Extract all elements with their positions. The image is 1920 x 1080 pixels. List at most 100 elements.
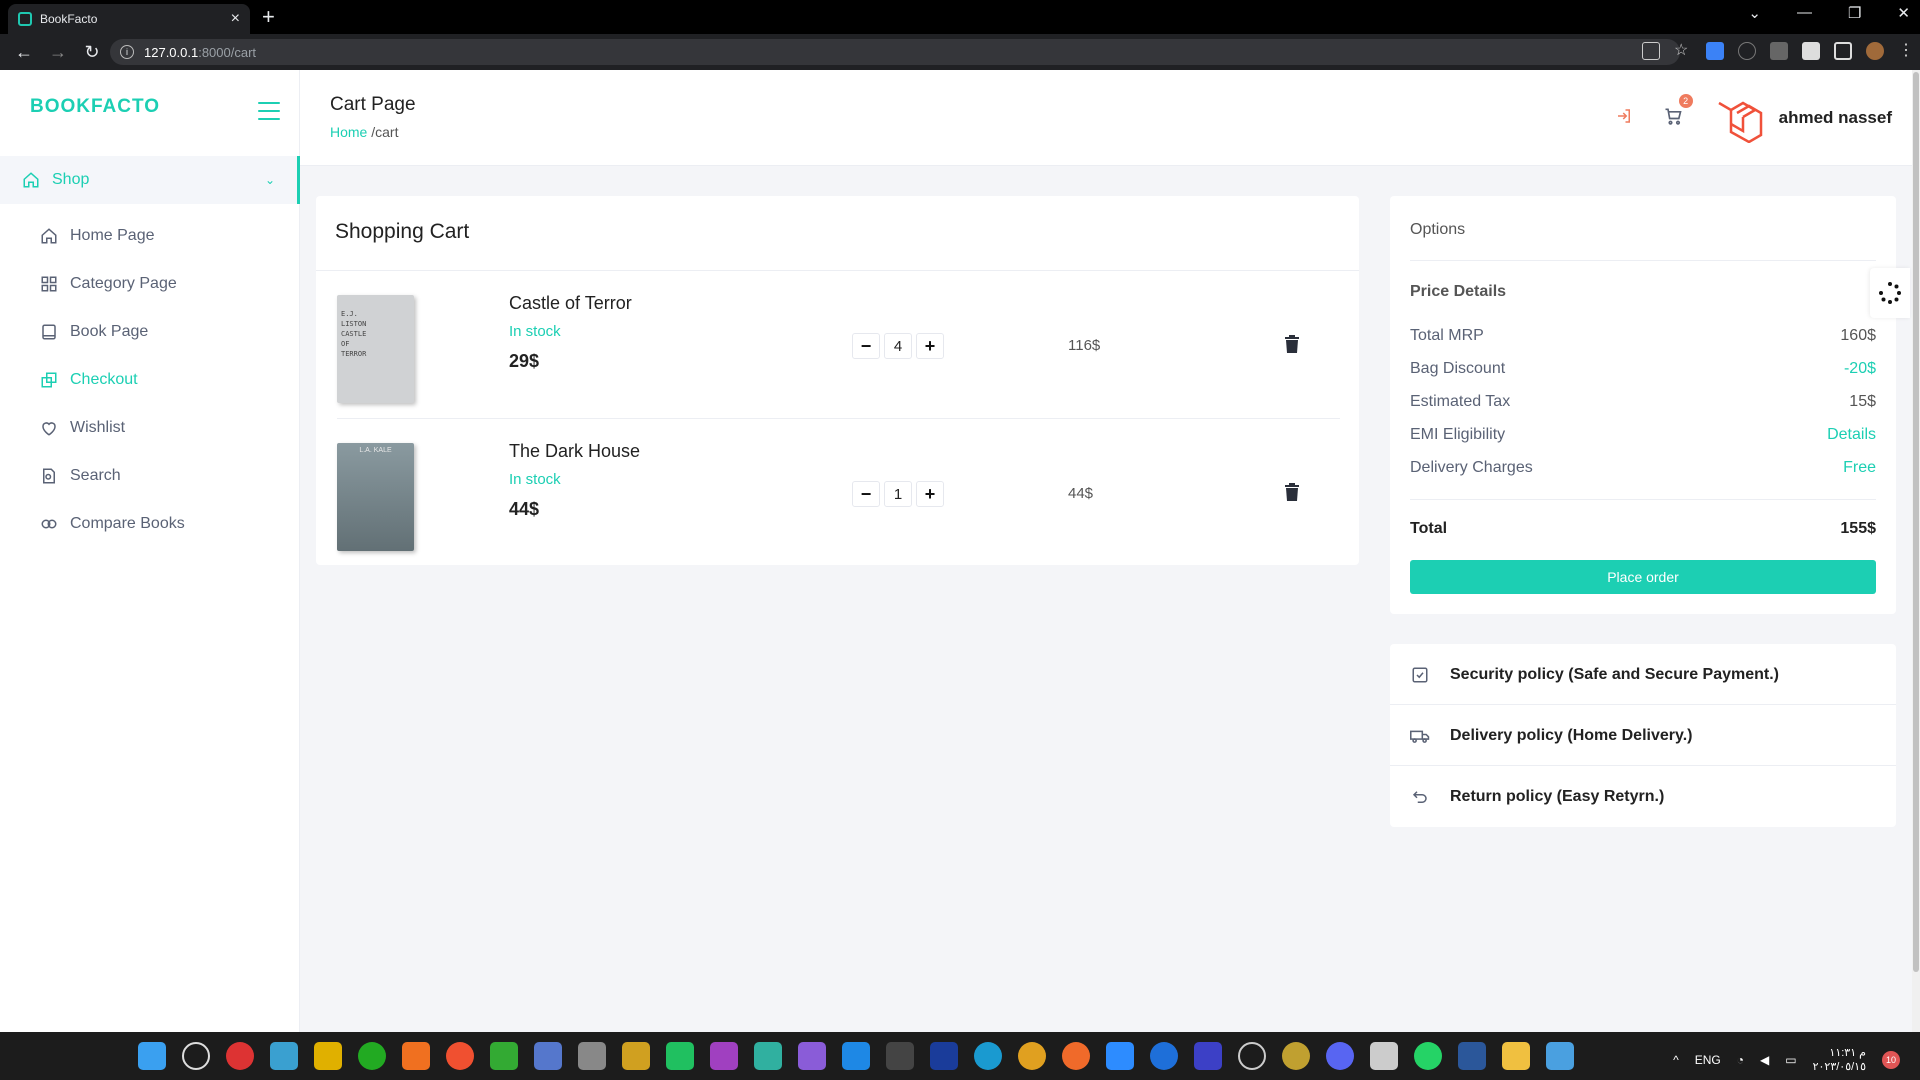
windows-start-icon[interactable] xyxy=(138,1042,166,1070)
sidebar-item-checkout[interactable]: Checkout xyxy=(40,356,185,404)
sidebar-item-home-page[interactable]: Home Page xyxy=(40,212,185,260)
tab-search-icon[interactable]: ⌄ xyxy=(1748,4,1761,22)
book-title[interactable]: The Dark House xyxy=(509,441,640,462)
user-name[interactable]: ahmed nassef xyxy=(1779,108,1892,128)
app-icon[interactable] xyxy=(930,1042,958,1070)
logout-icon[interactable] xyxy=(1615,107,1633,130)
app-icon[interactable] xyxy=(578,1042,606,1070)
app-icon[interactable] xyxy=(1546,1042,1574,1070)
browser-tab[interactable]: BookFacto × xyxy=(8,4,250,34)
battery-icon[interactable]: ▭ xyxy=(1785,1053,1796,1067)
app-icon[interactable] xyxy=(842,1042,870,1070)
sidebar-item-label: Book Page xyxy=(70,323,149,340)
app-icon[interactable] xyxy=(798,1042,826,1070)
sidebar-item-label: Wishlist xyxy=(70,419,126,436)
back-button[interactable]: ← xyxy=(14,42,34,63)
app-icon[interactable] xyxy=(1458,1042,1486,1070)
new-tab-button[interactable]: + xyxy=(262,4,275,30)
app-icon[interactable] xyxy=(622,1042,650,1070)
share-icon[interactable] xyxy=(1642,42,1660,60)
menu-icon[interactable]: ⋮ xyxy=(1898,42,1914,60)
side-panel-icon[interactable] xyxy=(1834,42,1852,60)
breadcrumb-home-link[interactable]: Home xyxy=(330,124,367,140)
app-icon[interactable] xyxy=(1062,1042,1090,1070)
app-icon[interactable] xyxy=(490,1042,518,1070)
minimize-button[interactable]: — xyxy=(1797,4,1812,22)
scrollbar-thumb[interactable] xyxy=(1913,72,1919,972)
settings-spinner-icon[interactable] xyxy=(1870,268,1910,318)
app-icon[interactable] xyxy=(358,1042,386,1070)
app-icon[interactable] xyxy=(974,1042,1002,1070)
app-icon[interactable] xyxy=(1150,1042,1178,1070)
profile-avatar-icon[interactable] xyxy=(1866,42,1884,60)
chevron-up-icon[interactable]: ^ xyxy=(1673,1053,1679,1067)
book-cover-image[interactable]: L.A. KALE xyxy=(337,443,414,551)
sidebar-item-wishlist[interactable]: Wishlist xyxy=(40,404,185,452)
app-icon[interactable] xyxy=(886,1042,914,1070)
browser-toolbar: ← → ↻ i 127.0.0.1:8000/cart ☆ ⋮ xyxy=(0,34,1920,70)
app-icon[interactable] xyxy=(270,1042,298,1070)
quantity-value[interactable]: 1 xyxy=(884,481,912,507)
folder-icon[interactable] xyxy=(1502,1042,1530,1070)
app-icon[interactable] xyxy=(666,1042,694,1070)
forward-button[interactable]: → xyxy=(48,42,68,63)
decrease-quantity-button[interactable]: − xyxy=(852,481,880,507)
app-icon[interactable] xyxy=(1414,1042,1442,1070)
increase-quantity-button[interactable]: + xyxy=(916,333,944,359)
book-price: 44$ xyxy=(509,499,540,519)
bookmark-star-icon[interactable]: ☆ xyxy=(1674,42,1692,60)
chrome-icon[interactable] xyxy=(1018,1042,1046,1070)
sidebar-item-compare-books[interactable]: Compare Books xyxy=(40,500,185,548)
app-icon[interactable] xyxy=(1282,1042,1310,1070)
app-icon[interactable] xyxy=(754,1042,782,1070)
emi-details-link[interactable]: Details xyxy=(1827,426,1876,444)
book-cover-image[interactable]: E.J. LISTON CASTLE OF TERROR xyxy=(337,295,414,403)
decrease-quantity-button[interactable]: − xyxy=(852,333,880,359)
search-icon[interactable] xyxy=(182,1042,210,1070)
volume-icon[interactable]: ◀ xyxy=(1760,1053,1769,1067)
app-icon[interactable] xyxy=(1238,1042,1266,1070)
app-icon[interactable] xyxy=(1326,1042,1354,1070)
trash-icon[interactable] xyxy=(1284,483,1300,506)
sidebar-item-search[interactable]: Search xyxy=(40,452,185,500)
tab-close-icon[interactable]: × xyxy=(231,10,240,28)
hamburger-menu-icon[interactable] xyxy=(258,102,280,126)
extension-icon[interactable] xyxy=(1770,42,1788,60)
cart-button[interactable]: 2 xyxy=(1663,93,1693,131)
app-icon[interactable] xyxy=(1194,1042,1222,1070)
quantity-value[interactable]: 4 xyxy=(884,333,912,359)
sidebar-item-book-page[interactable]: Book Page xyxy=(40,308,185,356)
heart-icon xyxy=(40,419,58,437)
puzzle-icon[interactable] xyxy=(1802,42,1820,60)
notification-badge[interactable]: 10 xyxy=(1882,1051,1900,1069)
app-icon[interactable] xyxy=(314,1042,342,1070)
app-icon[interactable] xyxy=(402,1042,430,1070)
wifi-icon[interactable]: ◔ xyxy=(1737,1053,1744,1067)
lang-indicator[interactable]: ENG xyxy=(1695,1053,1721,1067)
page-scrollbar[interactable] xyxy=(1912,70,1920,1032)
app-icon[interactable] xyxy=(534,1042,562,1070)
sidebar-section-shop[interactable]: Shop ⌄ xyxy=(0,156,300,204)
book-title[interactable]: Castle of Terror xyxy=(509,293,632,314)
place-order-button[interactable]: Place order xyxy=(1410,560,1876,594)
restore-button[interactable]: ❐ xyxy=(1848,4,1861,22)
increase-quantity-button[interactable]: + xyxy=(916,481,944,507)
extension-icon[interactable] xyxy=(1738,42,1756,60)
trash-icon[interactable] xyxy=(1284,335,1300,358)
app-icon[interactable] xyxy=(710,1042,738,1070)
site-info-icon[interactable]: i xyxy=(120,45,134,59)
window-close-button[interactable]: ✕ xyxy=(1897,4,1910,22)
brand-logo[interactable]: BOOKFACTO xyxy=(30,96,160,118)
user-avatar[interactable] xyxy=(1713,93,1763,144)
app-icon[interactable] xyxy=(1106,1042,1134,1070)
reload-button[interactable]: ↻ xyxy=(82,42,102,63)
app-icon[interactable] xyxy=(1370,1042,1398,1070)
clock[interactable]: م ١١:٣١ ٢٠٢٣/٠٥/١٥ xyxy=(1813,1046,1866,1074)
sidebar-item-category-page[interactable]: Category Page xyxy=(40,260,185,308)
app-icon[interactable] xyxy=(226,1042,254,1070)
sidebar-menu: Home Page Category Page Book Page Checko… xyxy=(40,212,185,548)
app-icon[interactable] xyxy=(446,1042,474,1070)
address-bar[interactable]: i 127.0.0.1:8000/cart xyxy=(110,39,1680,65)
price-row-bag-discount: Bag Discount -20$ xyxy=(1410,360,1876,378)
extension-icon[interactable] xyxy=(1706,42,1724,60)
